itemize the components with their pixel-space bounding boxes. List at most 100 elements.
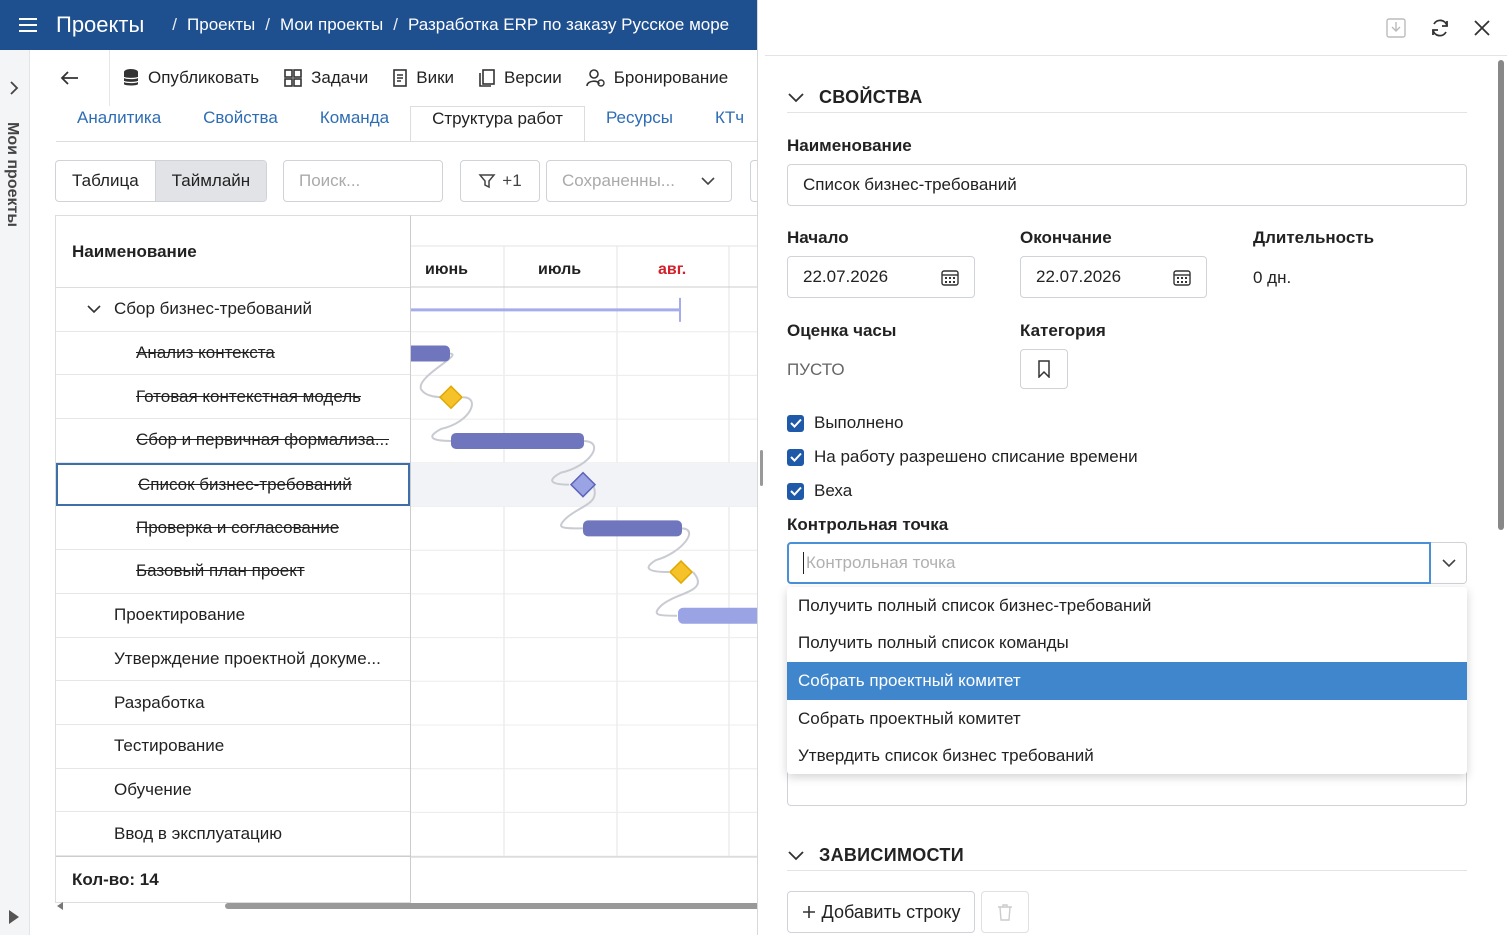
publish-label: Опубликовать [148, 68, 260, 87]
view-timeline-button[interactable]: Таймлайн [154, 161, 267, 201]
close-icon[interactable] [1470, 16, 1494, 40]
breadcrumb: / Проекты / Мои проекты / Разработка ERP… [162, 15, 729, 35]
task-row[interactable]: Сбор бизнес-требований [56, 288, 410, 332]
checkpoint-dropdown-toggle[interactable] [1431, 542, 1467, 584]
back-button[interactable] [30, 50, 110, 106]
task-bar[interactable] [451, 432, 584, 449]
filter-button[interactable]: +1 [460, 160, 540, 202]
task-row[interactable]: Тестирование [56, 725, 410, 769]
tab-properties[interactable]: Свойства [182, 106, 299, 141]
booking-button[interactable]: Бронирование [574, 68, 741, 88]
task-rows: Сбор бизнес-требований Анализ контекста Го… [56, 288, 410, 856]
view-switch: Таблица Таймлайн [55, 160, 268, 202]
task-grid: Наименование Сбор бизнес-требований Анали… [55, 215, 411, 903]
tab-team[interactable]: Команда [299, 106, 410, 141]
plus-icon [802, 906, 815, 918]
checkpoint-option[interactable]: Собрать проектный комитет [787, 700, 1467, 738]
tasks-button[interactable]: Задачи [271, 68, 380, 88]
versions-button[interactable]: Версии [466, 68, 574, 88]
tab-resources[interactable]: Ресурсы [585, 106, 694, 141]
category-label: Категория [1020, 321, 1106, 340]
breadcrumb-separator: / [265, 15, 270, 34]
tab-work-structure[interactable]: Структура работ [410, 106, 585, 141]
checkpoint-option-highlighted[interactable]: Собрать проектный комитет [787, 662, 1467, 700]
view-table-button[interactable]: Таблица [56, 161, 155, 201]
category-button[interactable] [1020, 349, 1068, 389]
dependencies-section-header[interactable]: ЗАВИСИМОСТИ [787, 841, 1467, 871]
play-icon[interactable] [9, 910, 19, 924]
checkpoint-option[interactable]: Получить полный список команды [787, 625, 1467, 663]
done-checkbox[interactable]: Выполнено [787, 413, 903, 433]
refresh-icon[interactable] [1428, 16, 1452, 40]
task-bar[interactable] [583, 520, 682, 537]
task-row[interactable]: Базовый план проект [56, 550, 410, 594]
task-name: Тестирование [114, 736, 225, 756]
properties-section-header[interactable]: СВОЙСТВА [787, 83, 1467, 113]
breadcrumb-separator: / [172, 15, 178, 34]
done-label: Выполнено [814, 413, 904, 432]
menu-icon[interactable] [0, 0, 56, 50]
saved-filters-select[interactable]: Сохраненны... [546, 160, 732, 202]
checkpoint-option[interactable]: Утвердить список бизнес требований [787, 737, 1467, 775]
wiki-button[interactable]: Вики [380, 68, 466, 88]
checkpoint-placeholder: Контрольная точка [806, 553, 956, 572]
end-date-field[interactable]: 22.07.2026 [1020, 256, 1207, 298]
rail-label[interactable]: Мои проекты [3, 122, 21, 227]
column-header-name[interactable]: Наименование [56, 216, 410, 288]
breadcrumb-item[interactable]: Проекты [187, 15, 255, 35]
task-row[interactable]: Ввод в эксплуатацию [56, 812, 410, 856]
task-row[interactable]: Обучение [56, 769, 410, 813]
task-row[interactable]: Проверка и согласование [56, 506, 410, 551]
publish-button[interactable]: Опубликовать [110, 68, 271, 88]
task-row[interactable]: Сбор и первичная формализа... [56, 419, 410, 463]
task-row[interactable]: Разработка [56, 681, 410, 725]
chevron-right-icon[interactable] [7, 80, 21, 101]
dependencies-title: ЗАВИСИМОСТИ [819, 845, 964, 865]
vertical-scrollbar[interactable] [1498, 60, 1504, 530]
milestone-marker [438, 385, 464, 410]
task-row[interactable]: Проектирование [56, 594, 410, 638]
scroll-left-icon[interactable] [57, 902, 63, 910]
splitter-grip[interactable] [760, 450, 763, 486]
expand-chevron-icon[interactable] [86, 299, 102, 319]
search-input[interactable]: Поиск... [283, 160, 443, 202]
breadcrumb-separator: / [393, 15, 398, 34]
delete-row-button[interactable] [981, 891, 1029, 933]
timeline: июнь июль авг. [411, 215, 757, 903]
tab-ktch[interactable]: КТч [694, 106, 757, 141]
breadcrumb-item[interactable]: Мои проекты [280, 15, 383, 35]
horizontal-scrollbar[interactable] [55, 900, 765, 912]
booking-label: Бронирование [613, 68, 729, 87]
estimate-value[interactable]: ПУСТО [787, 360, 845, 380]
document-icon [393, 69, 408, 87]
milestone-checkbox[interactable]: Веха [787, 481, 852, 501]
chevron-down-icon [1441, 559, 1456, 568]
tab-analytics[interactable]: Аналитика [56, 106, 182, 141]
name-field[interactable]: Список бизнес-требований [787, 164, 1467, 206]
task-row[interactable]: Готовая контекстная модель [56, 375, 410, 420]
month-august: авг. [658, 261, 687, 278]
task-row[interactable]: Утверждение проектной докуме... [56, 638, 410, 682]
task-bar[interactable] [411, 345, 450, 362]
properties-title: СВОЙСТВА [819, 87, 923, 107]
start-date-field[interactable]: 22.07.2026 [787, 256, 975, 298]
task-row[interactable]: Анализ контекста [56, 332, 410, 376]
checkbox-checked-icon [787, 482, 804, 500]
breadcrumb-current[interactable]: Разработка ERP по заказу Русское море [408, 15, 729, 35]
task-name: Проектирование [114, 605, 246, 625]
app-title[interactable]: Проекты [56, 12, 144, 38]
checkpoint-input[interactable]: Контрольная точка [787, 542, 1431, 584]
checkpoint-option[interactable]: Получить полный список бизнес-требований [787, 587, 1467, 625]
download-icon[interactable] [1384, 16, 1408, 40]
scrollbar-thumb[interactable] [225, 903, 765, 909]
panel-splitter[interactable] [757, 0, 765, 935]
task-name: Сбор бизнес-требований [114, 299, 313, 319]
task-row[interactable]: Список бизнес-требований [56, 462, 410, 507]
obscured-field [787, 770, 1467, 806]
time-writeoff-checkbox[interactable]: На работу разрешено списание времени [787, 447, 1138, 467]
end-date-value: 22.07.2026 [1036, 267, 1122, 286]
milestone-marker [668, 559, 694, 585]
start-date-value: 22.07.2026 [803, 267, 889, 286]
task-bar[interactable] [678, 607, 757, 624]
add-row-button[interactable]: Добавить строку [787, 891, 975, 933]
